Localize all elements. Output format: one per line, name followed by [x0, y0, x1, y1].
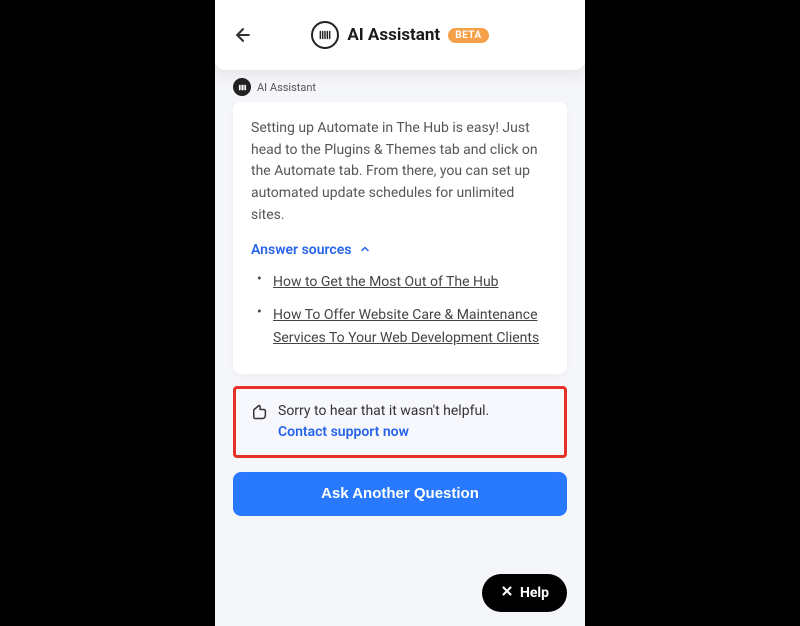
feedback-message: Sorry to hear that it wasn't helpful. — [278, 403, 489, 419]
message-header: AI Assistant — [233, 78, 567, 96]
source-link[interactable]: How To Offer Website Care & Maintenance … — [273, 307, 539, 346]
help-label: Help — [520, 585, 549, 601]
source-list: How to Get the Most Out of The Hub How T… — [251, 271, 549, 349]
assistant-avatar-icon — [233, 78, 251, 96]
source-item: How To Offer Website Care & Maintenance … — [273, 304, 549, 349]
sources-label: Answer sources — [251, 242, 351, 258]
source-link[interactable]: How to Get the Most Out of The Hub — [273, 274, 499, 290]
help-button[interactable]: Help — [482, 574, 567, 612]
app-header: AI Assistant BETA — [215, 0, 585, 70]
logo-icon — [311, 21, 339, 49]
back-button[interactable] — [231, 23, 255, 47]
chevron-up-icon — [359, 240, 371, 259]
header-title: AI Assistant — [347, 25, 440, 45]
answer-text: Setting up Automate in The Hub is easy! … — [251, 118, 549, 226]
answer-bubble: Setting up Automate in The Hub is easy! … — [233, 102, 567, 374]
sources-toggle[interactable]: Answer sources — [251, 240, 549, 259]
thumbs-down-icon — [250, 402, 268, 443]
feedback-box: Sorry to hear that it wasn't helpful. Co… — [233, 386, 567, 458]
source-item: How to Get the Most Out of The Hub — [273, 271, 549, 294]
contact-support-link[interactable]: Contact support now — [278, 424, 409, 440]
ask-another-button[interactable]: Ask Another Question — [233, 472, 567, 516]
close-icon — [500, 584, 514, 602]
beta-badge: BETA — [448, 28, 489, 43]
sender-label: AI Assistant — [257, 81, 316, 94]
